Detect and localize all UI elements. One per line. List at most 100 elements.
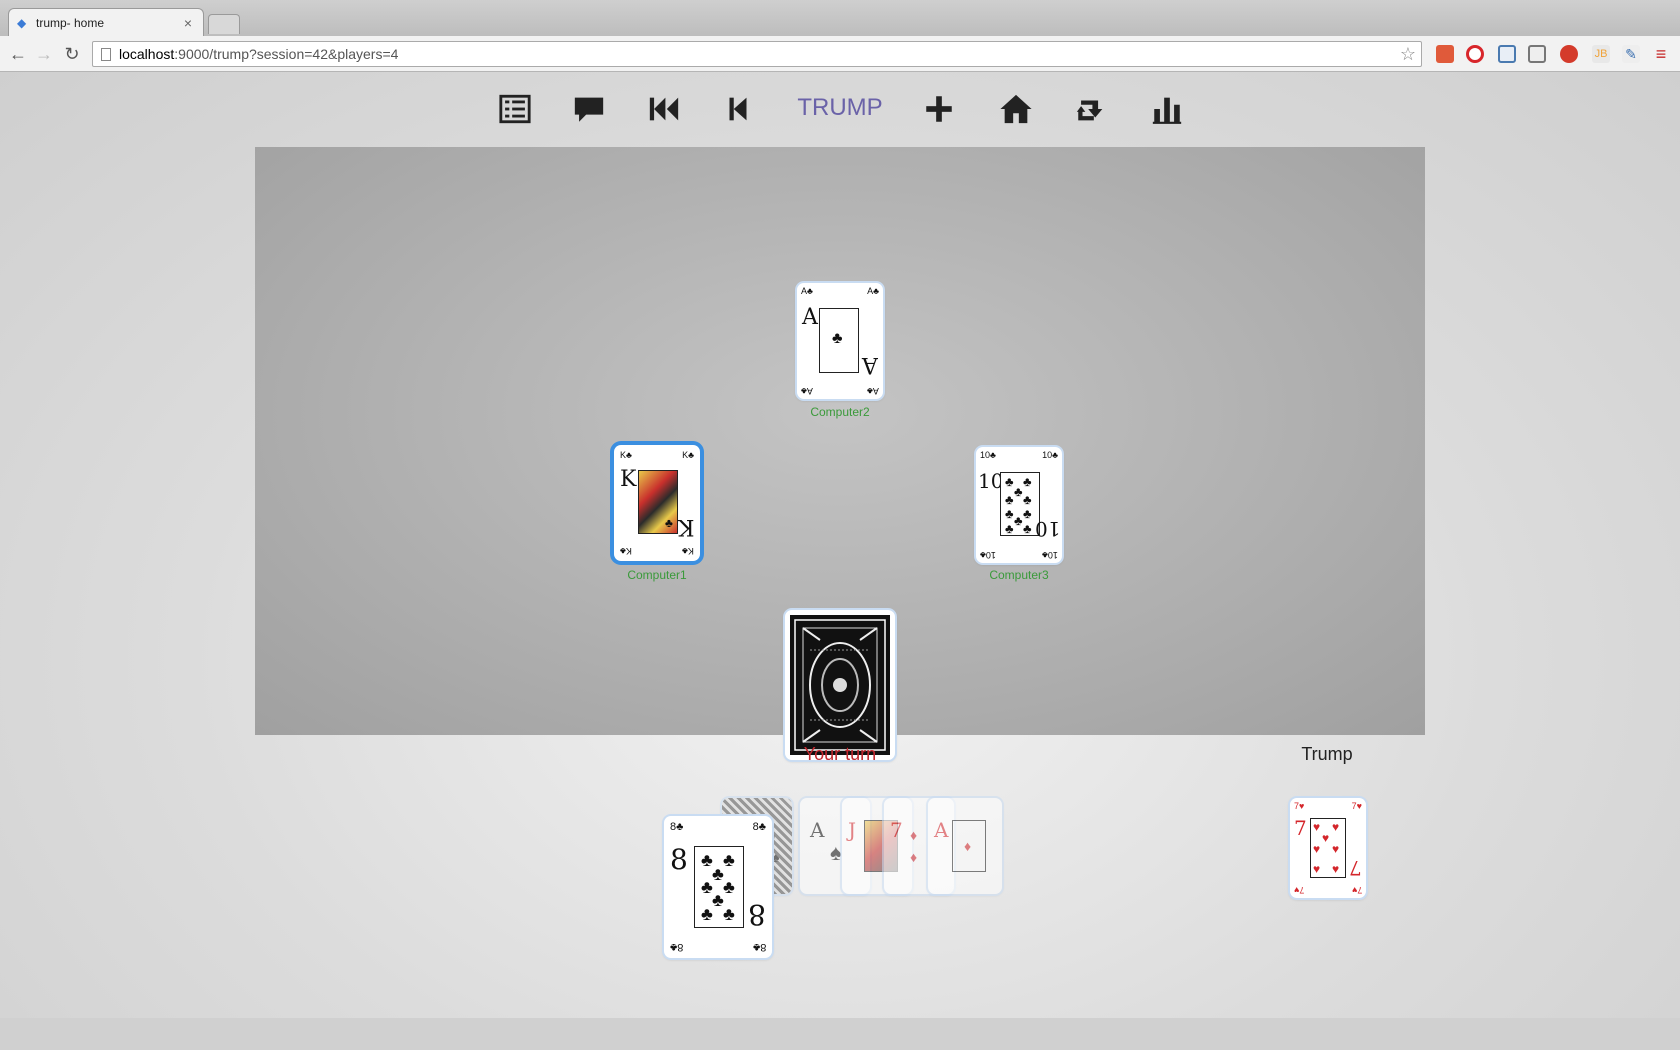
club-icon: ♣: [1023, 474, 1032, 489]
turn-indicator: Your turn: [803, 744, 877, 764]
card-corner: 7♥: [1351, 801, 1362, 811]
card-face: ♦: [952, 820, 986, 872]
card-rank: A: [810, 818, 825, 842]
card-corner: 8♣: [670, 941, 684, 953]
plus-icon[interactable]: [922, 92, 956, 126]
played-card-computer1: K♣ K♣ K ♣ K K♣ K♣: [614, 445, 700, 561]
bookmark-star-icon[interactable]: ☆: [1395, 44, 1421, 65]
browser-tab[interactable]: ◆ trump- home ×: [8, 8, 204, 36]
hand-card[interactable]: A ♦: [928, 798, 1002, 894]
card-corner: 10♣: [1042, 450, 1058, 460]
card-rank: K: [677, 514, 694, 539]
menu-icon[interactable]: ≡: [1652, 45, 1670, 63]
card-corner: 7♥: [1351, 885, 1362, 895]
address-bar[interactable]: localhost:9000/trump?session=42&players=…: [92, 41, 1422, 67]
card-rank: 8: [748, 898, 766, 931]
club-icon: ♣: [723, 904, 735, 924]
heart-icon: ♥: [1332, 842, 1340, 856]
club-icon: ♣: [832, 330, 843, 347]
club-icon: ♣: [665, 516, 673, 530]
club-icon: ♣: [723, 850, 735, 870]
club-icon: ♣: [1023, 521, 1032, 536]
heart-icon: ♥: [1313, 820, 1321, 834]
heart-icon: ♥: [1332, 862, 1340, 876]
retweet-icon[interactable]: [1074, 92, 1108, 126]
home-icon[interactable]: [999, 92, 1033, 126]
step-backward-icon[interactable]: [721, 92, 755, 126]
card-corner: 8♣: [752, 941, 766, 953]
card-corner: K♣: [620, 546, 632, 556]
player-name-computer2: Computer2: [810, 405, 870, 419]
game-title[interactable]: TRUMP: [790, 94, 890, 122]
browser-toolbar: ← → ↻ localhost:9000/trump?session=42&pl…: [0, 36, 1680, 72]
extension-icon[interactable]: [1436, 45, 1454, 63]
club-icon: ♣: [1005, 492, 1014, 507]
card-face: ♣: [819, 308, 859, 373]
dropper-icon[interactable]: ✎: [1622, 45, 1640, 63]
heart-icon: ♥: [1313, 862, 1321, 876]
hand-card-selected[interactable]: 8♣ 8♣ 8 ♣ ♣ ♣ ♣ ♣ ♣ ♣ ♣ 8 8♣ 8♣: [664, 816, 772, 958]
cast-icon[interactable]: [1528, 45, 1546, 63]
deck-pile[interactable]: [785, 610, 895, 760]
heart-icon: ♥: [1313, 842, 1321, 856]
card-rank: 10: [1034, 517, 1060, 541]
browser-tabstrip: ◆ trump- home ×: [0, 0, 1680, 36]
card-corner: 8♣: [670, 821, 684, 833]
spade-icon: ♠: [772, 849, 780, 865]
card-back-pattern: [790, 615, 890, 755]
card-corner: 10♣: [1042, 550, 1058, 560]
card-rank: 7: [1349, 856, 1362, 880]
club-icon: ♣: [701, 904, 713, 924]
player-name-computer1: Computer1: [627, 568, 687, 582]
card-corner: K♣: [620, 450, 632, 460]
card-rank: K: [620, 467, 637, 492]
club-icon: ♣: [1023, 492, 1032, 507]
heart-icon: ♥: [1332, 820, 1340, 834]
diamond-icon: ♦: [910, 827, 918, 843]
url-host: localhost: [119, 46, 175, 62]
close-icon[interactable]: ×: [181, 15, 195, 31]
card-corner: 10♣: [980, 550, 996, 560]
extension-icon[interactable]: [1466, 45, 1484, 63]
card-corner: A♣: [801, 386, 813, 396]
new-tab-button[interactable]: [208, 14, 240, 34]
played-card-computer2: A♣ A♣ A ♣ A A♣ A♣: [797, 283, 883, 399]
card-face: ♥ ♥ ♥ ♥ ♥ ♥ ♥: [1310, 818, 1346, 878]
reload-icon[interactable]: ↻: [60, 42, 84, 66]
back-icon[interactable]: ←: [6, 42, 30, 66]
played-card-computer3: 10♣ 10♣ 10 ♣ ♣ ♣ ♣ ♣ ♣ ♣ ♣ ♣ ♣ 10 10♣ 10…: [976, 447, 1062, 563]
page-footer: [0, 1018, 1680, 1050]
game-page: TRUMP A♣ A♣ A ♣ A A♣ A♣ Computer2 K♣ K♣ …: [0, 72, 1680, 1050]
fast-backward-icon[interactable]: [647, 92, 681, 126]
heart-icon: ♥: [1322, 831, 1330, 845]
card-rank: A: [934, 818, 949, 842]
card-corner: A♣: [867, 386, 879, 396]
club-icon: ♣: [723, 877, 735, 897]
card-corner: K♣: [682, 546, 694, 556]
extension-icon[interactable]: [1498, 45, 1516, 63]
extension-icon[interactable]: JB: [1592, 45, 1610, 63]
diamond-icon: ♦: [964, 838, 972, 854]
chat-icon[interactable]: [572, 92, 606, 126]
card-rank: 7: [1294, 816, 1307, 840]
list-icon[interactable]: [498, 92, 532, 126]
forward-icon[interactable]: →: [32, 42, 56, 66]
card-rank: 8: [670, 843, 688, 876]
card-rank: A: [802, 305, 818, 330]
player-name-computer3: Computer3: [989, 568, 1049, 582]
card-face: ♣ ♣ ♣ ♣ ♣ ♣ ♣ ♣: [694, 846, 744, 928]
card-corner: A♣: [867, 286, 879, 296]
trump-card: 7♥ 7♥ 7 ♥ ♥ ♥ ♥ ♥ ♥ ♥ 7 7♥ 7♥: [1290, 798, 1366, 898]
club-icon: ♣: [1014, 484, 1023, 499]
card-face: ♣ ♣ ♣ ♣ ♣ ♣ ♣ ♣ ♣ ♣: [1000, 472, 1040, 536]
card-rank: A: [862, 352, 878, 377]
card-corner: 8♣: [752, 821, 766, 833]
angular-icon: ◆: [17, 15, 27, 30]
adblock-icon[interactable]: [1560, 45, 1578, 63]
card-corner: 10♣: [980, 450, 996, 460]
url-text[interactable]: localhost:9000/trump?session=42&players=…: [119, 46, 1395, 62]
club-icon: ♣: [1014, 513, 1023, 528]
bar-chart-icon[interactable]: [1150, 92, 1184, 126]
card-rank: 7: [890, 818, 903, 842]
spade-icon: ♠: [830, 840, 842, 865]
